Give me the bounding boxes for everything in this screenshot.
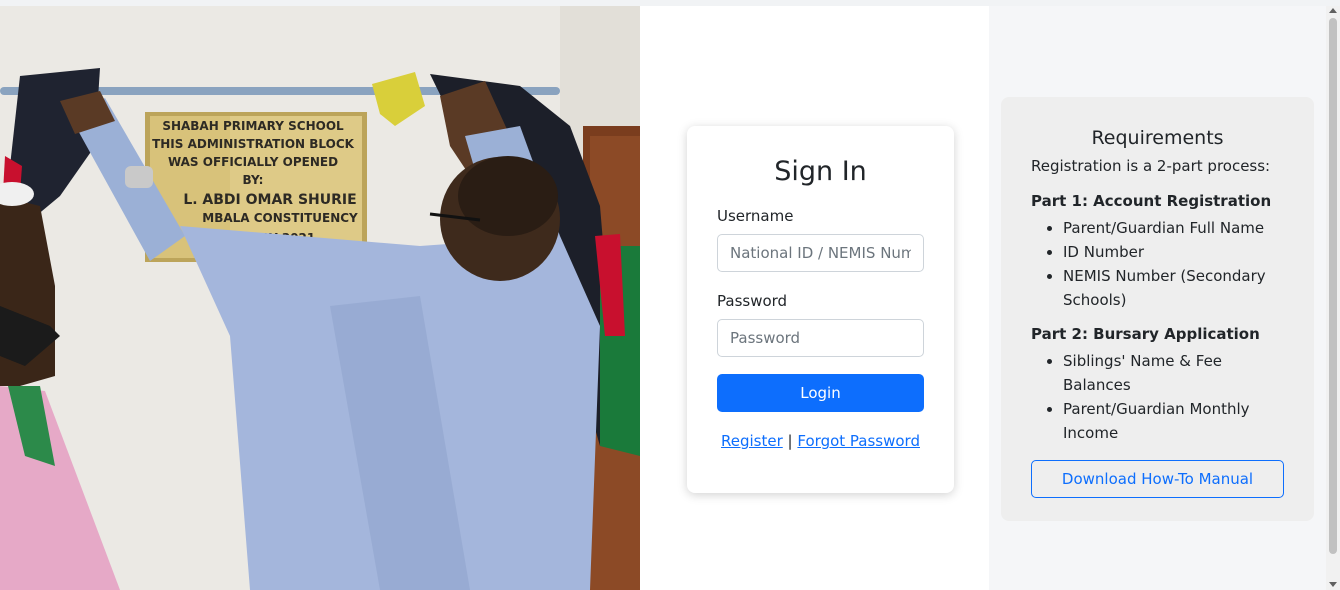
password-label: Password bbox=[717, 292, 788, 310]
list-item: NEMIS Number (Secondary Schools) bbox=[1063, 264, 1284, 312]
list-item: ID Number bbox=[1063, 240, 1284, 264]
login-button[interactable]: Login bbox=[717, 374, 924, 412]
part-2-list: Siblings' Name & Fee Balances Parent/Gua… bbox=[1031, 349, 1284, 445]
requirements-card: Requirements Registration is a 2-part pr… bbox=[1001, 97, 1314, 521]
scroll-down-arrow-icon[interactable] bbox=[1329, 582, 1337, 587]
requirements-title: Requirements bbox=[1091, 127, 1224, 149]
auth-links: Register | Forgot Password bbox=[717, 432, 924, 450]
list-item: Parent/Guardian Full Name bbox=[1063, 216, 1284, 240]
register-link[interactable]: Register bbox=[721, 432, 783, 450]
list-item: Siblings' Name & Fee Balances bbox=[1063, 349, 1284, 397]
part-2-title: Part 2: Bursary Application bbox=[1031, 325, 1260, 343]
sign-in-card: Sign In Username Password Login Register… bbox=[687, 126, 954, 493]
username-input[interactable] bbox=[717, 234, 924, 272]
plaque-line: WAS OFFICIALLY OPENED bbox=[168, 155, 338, 169]
download-manual-button[interactable]: Download How-To Manual bbox=[1031, 460, 1284, 498]
plaque-line: L. ABDI OMAR SHURIE bbox=[183, 192, 356, 208]
photo-illustration: SHABAH PRIMARY SCHOOL THIS ADMINISTRATIO… bbox=[0, 6, 640, 590]
part-1-title: Part 1: Account Registration bbox=[1031, 192, 1272, 210]
list-item: Parent/Guardian Monthly Income bbox=[1063, 397, 1284, 445]
scroll-up-arrow-icon[interactable] bbox=[1329, 8, 1337, 13]
username-label: Username bbox=[717, 207, 794, 225]
page-scrollbar[interactable] bbox=[1326, 6, 1340, 590]
link-separator: | bbox=[787, 432, 793, 450]
scrollbar-thumb[interactable] bbox=[1329, 18, 1337, 554]
password-input[interactable] bbox=[717, 319, 924, 357]
plaque-line: SHABAH PRIMARY SCHOOL bbox=[162, 119, 344, 133]
plaque-line: BY: bbox=[243, 173, 264, 187]
hero-photo: SHABAH PRIMARY SCHOOL THIS ADMINISTRATIO… bbox=[0, 6, 640, 590]
plaque-line: MBALA CONSTITUENCY bbox=[202, 211, 358, 225]
plaque-line: THIS ADMINISTRATION BLOCK bbox=[152, 137, 355, 151]
forgot-password-link[interactable]: Forgot Password bbox=[797, 432, 920, 450]
part-1-list: Parent/Guardian Full Name ID Number NEMI… bbox=[1031, 216, 1284, 312]
requirements-intro: Registration is a 2-part process: bbox=[1031, 157, 1271, 175]
sign-in-title: Sign In bbox=[774, 156, 867, 187]
